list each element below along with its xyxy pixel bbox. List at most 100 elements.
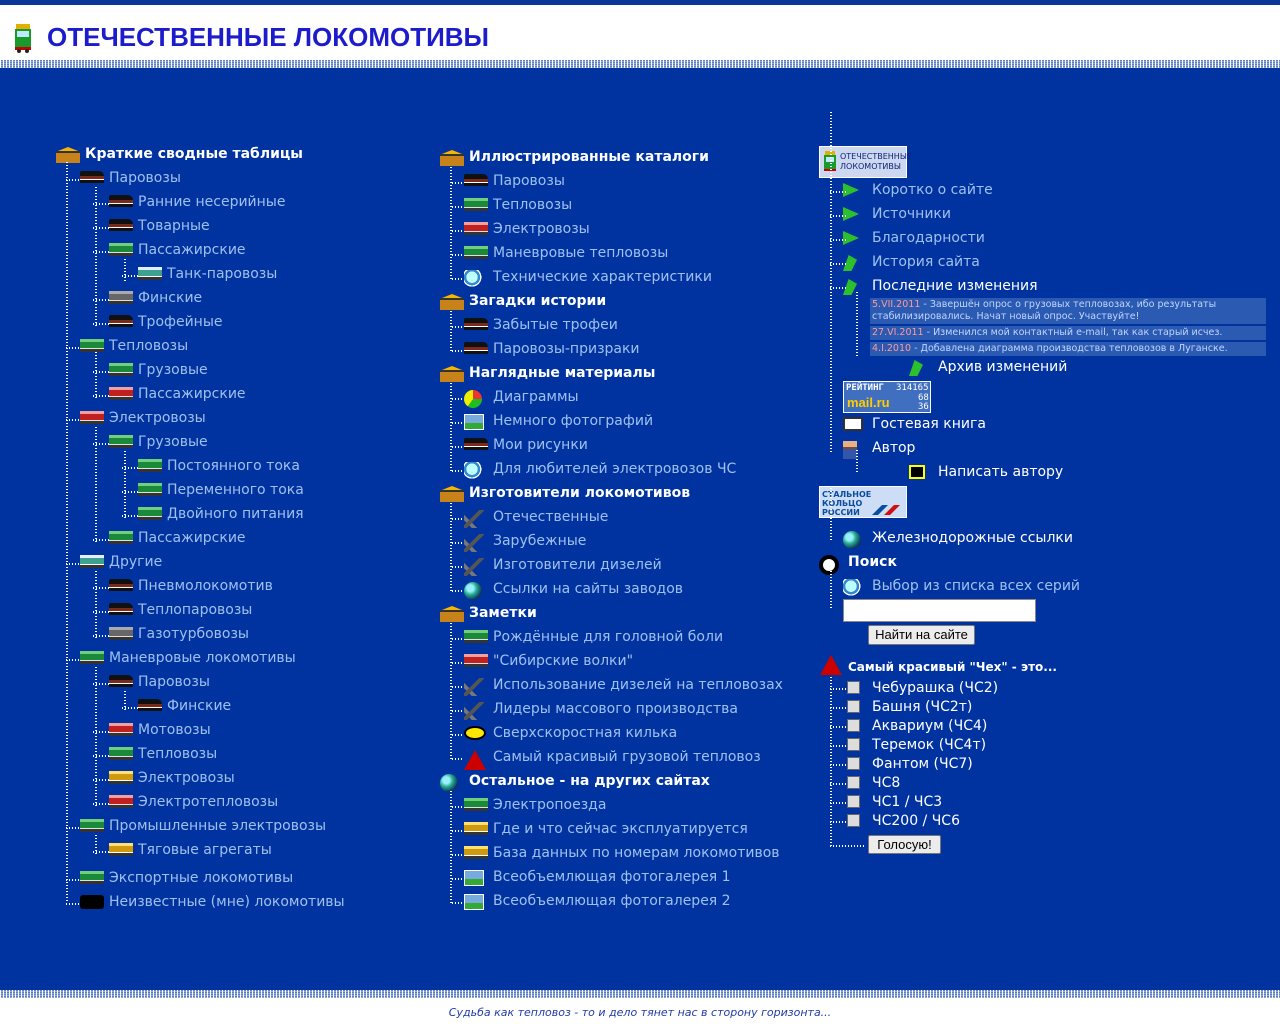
col1-item[interactable]: Пассажирские xyxy=(138,384,246,404)
site-map: Краткие сводные таблицы Паровозы Ранние не… xyxy=(0,68,1280,990)
col1-item[interactable]: Тепловозы xyxy=(138,744,217,764)
rail-links-link[interactable]: Железнодорожные ссылки xyxy=(872,528,1073,548)
tree-connector xyxy=(124,257,126,281)
col1-item[interactable]: Другие xyxy=(109,552,162,572)
page-header: ОТЕЧЕСТВЕННЫЕ ЛОКОМОТИВЫ xyxy=(0,5,1280,60)
col2-item[interactable]: Лидеры массового производства xyxy=(493,699,738,719)
col2-item[interactable]: Всеобъемлющая фотогалерея 2 xyxy=(493,891,731,911)
col1-item[interactable]: Электровозы xyxy=(138,768,235,788)
tree-connector xyxy=(452,806,464,808)
col1-item[interactable]: Электротепловозы xyxy=(138,792,278,812)
col1-item[interactable]: Тяговые агрегаты xyxy=(138,840,272,860)
col2-item[interactable]: Зарубежные xyxy=(493,531,586,551)
poll-checkbox[interactable] xyxy=(847,738,860,751)
tree-connector xyxy=(95,569,97,638)
col1-item[interactable]: Электровозы xyxy=(109,408,206,428)
col2-item[interactable]: Для любителей электровозов ЧС xyxy=(493,459,736,479)
col2-item[interactable]: Всеобъемлющая фотогалерея 1 xyxy=(493,867,731,887)
poll-checkbox[interactable] xyxy=(847,757,860,770)
section-heading[interactable]: Изготовители локомотивов xyxy=(469,483,690,503)
col2-item[interactable]: Немного фотографий xyxy=(493,411,653,431)
site-info-link[interactable]: Благодарности xyxy=(872,228,985,248)
col1-item[interactable]: Ранние несерийные xyxy=(138,192,285,212)
col2-item[interactable]: Тепловозы xyxy=(493,195,572,215)
section-heading[interactable]: Заметки xyxy=(469,603,537,623)
col1-item[interactable]: Грузовые xyxy=(138,360,208,380)
col2-item[interactable]: "Сибирские волки" xyxy=(493,651,633,671)
series-list-link[interactable]: Выбор из списка всех серий xyxy=(872,576,1080,596)
search-input[interactable] xyxy=(843,599,1036,622)
col1-item[interactable]: Тепловозы xyxy=(109,336,188,356)
site-info-link[interactable]: История сайта xyxy=(872,252,980,272)
col2-item[interactable]: Самый красивый грузовой тепловоз xyxy=(493,747,761,767)
col1-item[interactable]: Товарные xyxy=(138,216,210,236)
site-banner[interactable]: ОТЕЧЕСТВЕННЫЕ ЛОКОМОТИВЫ xyxy=(819,146,912,178)
section-heading[interactable]: Загадки истории xyxy=(469,291,606,311)
col1-item[interactable]: Неизвестные (мне) локомотивы xyxy=(109,892,345,912)
poll-checkbox[interactable] xyxy=(847,700,860,713)
col2-item[interactable]: Отечественные xyxy=(493,507,608,527)
col2-item[interactable]: База данных по номерам локомотивов xyxy=(493,843,780,863)
poll-checkbox[interactable] xyxy=(847,681,860,694)
col1-item[interactable]: Пассажирские xyxy=(138,240,246,260)
col1-item[interactable]: Грузовые xyxy=(138,432,208,452)
col1-item[interactable]: Экспортные локомотивы xyxy=(109,868,293,888)
col2-item[interactable]: Забытые трофеи xyxy=(493,315,618,335)
col2-item[interactable]: Паровозы-призраки xyxy=(493,339,640,359)
section-heading[interactable]: Остальное - на других сайтах xyxy=(469,771,710,791)
col1-item[interactable]: Газотурбовозы xyxy=(138,624,249,644)
col2-item[interactable]: Изготовители дизелей xyxy=(493,555,662,575)
poll-checkbox[interactable] xyxy=(847,719,860,732)
footer-quote: Судьба как тепловоз - то и дело тянет на… xyxy=(448,1006,832,1019)
col2-item[interactable]: Рождённые для головной боли xyxy=(493,627,723,647)
col1-item[interactable]: Паровозы xyxy=(109,168,181,188)
steel-ring-banner[interactable]: СТАЛЬНОЕ КОЛЬЦО РОССИИ xyxy=(819,486,907,518)
col1-item[interactable]: Переменного тока xyxy=(167,480,304,500)
col1-item[interactable]: Пассажирские xyxy=(138,528,246,548)
col2-item[interactable]: Паровозы xyxy=(493,171,565,191)
col2-item[interactable]: Электровозы xyxy=(493,219,590,239)
col1-item[interactable]: Мотовозы xyxy=(138,720,211,740)
col1-item[interactable]: Промышленные электровозы xyxy=(109,816,326,836)
col1-item[interactable]: Танк-паровозы xyxy=(167,264,277,284)
search-button[interactable]: Найти на сайте xyxy=(868,625,975,645)
col1-item[interactable]: Паровозы xyxy=(138,672,210,692)
col2-item[interactable]: Диаграммы xyxy=(493,387,579,407)
col2-item[interactable]: Сверхскоростная килька xyxy=(493,723,677,743)
col1-item[interactable]: Финские xyxy=(167,696,231,716)
site-info-link[interactable]: Источники xyxy=(872,204,951,224)
search-heading[interactable]: Поиск xyxy=(848,552,897,572)
col1-item[interactable]: Финские xyxy=(138,288,202,308)
col1-item[interactable]: Постоянного тока xyxy=(167,456,300,476)
col2-item[interactable]: Мои рисунки xyxy=(493,435,588,455)
col1-item[interactable]: Теплопаровозы xyxy=(138,600,252,620)
rating-counter[interactable]: РЕЙТИНГ 314165 mail.ru 68 36 xyxy=(843,381,931,413)
tree-connector xyxy=(452,278,464,280)
author-link[interactable]: Автор xyxy=(872,438,915,458)
globe-icon xyxy=(440,774,458,792)
poll-checkbox[interactable] xyxy=(847,776,860,789)
vote-button[interactable]: Голосую! xyxy=(868,835,941,854)
house-icon xyxy=(440,366,464,382)
col2-item[interactable]: Где и что сейчас эксплуатируется xyxy=(493,819,748,839)
section-heading[interactable]: Иллюстрированные каталоги xyxy=(469,147,709,167)
col2-item[interactable]: Ссылки на сайты заводов xyxy=(493,579,683,599)
col1-item[interactable]: Двойного питания xyxy=(167,504,304,524)
col1-item[interactable]: Трофейные xyxy=(138,312,223,332)
site-info-link[interactable]: Последние изменения xyxy=(872,276,1038,296)
col1-item[interactable]: Пневмолокомотив xyxy=(138,576,273,596)
col2-item[interactable]: Электропоезда xyxy=(493,795,606,815)
pie-chart-icon xyxy=(464,390,482,408)
site-info-link[interactable]: Коротко о сайте xyxy=(872,180,993,200)
col1-item[interactable]: Маневровые локомотивы xyxy=(109,648,296,668)
poll-checkbox[interactable] xyxy=(847,814,860,827)
heading-summary-tables[interactable]: Краткие сводные таблицы xyxy=(85,144,303,164)
col2-item[interactable]: Использование дизелей на тепловозах xyxy=(493,675,783,695)
guestbook-link[interactable]: Гостевая книга xyxy=(872,414,986,434)
archive-link[interactable]: Архив изменений xyxy=(938,357,1067,377)
poll-checkbox[interactable] xyxy=(847,795,860,808)
col2-item[interactable]: Технические характеристики xyxy=(493,267,712,287)
col2-item[interactable]: Маневровые тепловозы xyxy=(493,243,668,263)
write-author-link[interactable]: Написать автору xyxy=(938,462,1063,482)
section-heading[interactable]: Наглядные материалы xyxy=(469,363,655,383)
